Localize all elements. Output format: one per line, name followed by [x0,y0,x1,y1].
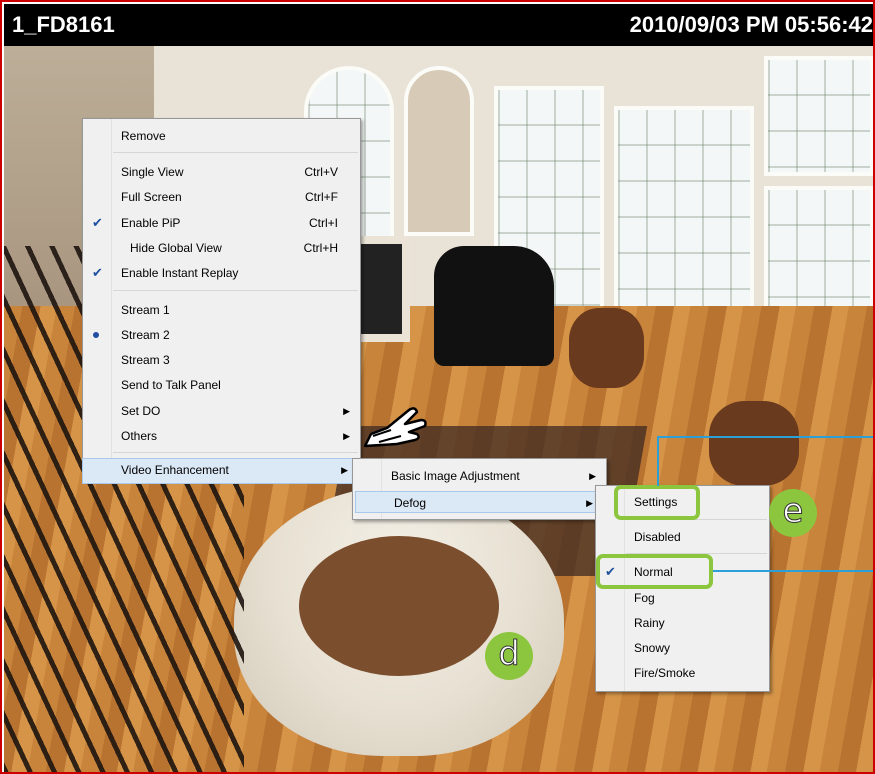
submenu-arrow-icon: ▶ [586,498,593,508]
menu-separator [113,152,358,153]
menu-item-full-screen[interactable]: Full Screen Ctrl+F [83,186,360,208]
callout-line [657,436,873,438]
menu-item-fire-smoke[interactable]: Fire/Smoke [596,662,769,684]
checkmark-icon: ✔ [92,215,103,230]
checkmark-icon: ✔ [92,265,103,280]
armchair [709,401,799,486]
menu-item-set-do[interactable]: Set DO ▶ [83,400,360,422]
camera-name: 1_FD8161 [12,12,115,37]
menu-item-stream-1[interactable]: Stream 1 [83,299,360,321]
hand-pointer-icon [363,407,427,448]
menu-item-single-view[interactable]: Single View Ctrl+V [83,161,360,183]
menu-item-defog[interactable]: Defog ▶ [355,491,604,513]
menu-item-snowy[interactable]: Snowy [596,637,769,659]
menu-separator [113,290,358,291]
callout-box-normal [596,554,713,589]
menu-item-enable-instant-replay[interactable]: ✔ Enable Instant Replay [83,262,360,284]
menu-item-others[interactable]: Others ▶ [83,425,360,447]
submenu-arrow-icon: ▶ [589,471,596,481]
callout-badge-e: e [769,489,817,537]
sofa-center [299,536,499,676]
menu-item-stream-2[interactable]: Stream 2 [83,324,360,346]
menu-item-enable-pip[interactable]: ✔ Enable PiP Ctrl+I [83,212,360,234]
window [764,56,873,176]
menu-item-remove[interactable]: Remove [83,125,360,147]
callout-line [713,570,873,572]
context-menu: Remove Single View Ctrl+V Full Screen Ctrl… [82,118,361,460]
submenu-arrow-icon: ▶ [341,465,348,475]
menu-item-disabled[interactable]: Disabled [596,526,769,548]
menu-item-send-to-talk-panel[interactable]: Send to Talk Panel [83,374,360,396]
radio-dot-icon [93,332,99,338]
callout-badge-d: d [485,632,533,680]
camera-timestamp: 2010/09/03 PM 05:56:42 [629,12,873,37]
video-enhancement-submenu: Basic Image Adjustment ▶ Defog ▶ [352,458,607,520]
menu-item-hide-global-view[interactable]: Hide Global View Ctrl+H [83,237,360,259]
menu-item-rainy[interactable]: Rainy [596,612,769,634]
submenu-arrow-icon: ▶ [343,431,350,441]
camera-title-bar: 1_FD8161 2010/09/03 PM 05:56:42 [4,4,873,46]
submenu-arrow-icon: ▶ [343,406,350,416]
menu-item-fog[interactable]: Fog [596,587,769,609]
piano [434,246,554,366]
camera-view-frame[interactable]: 1_FD8161 2010/09/03 PM 05:56:42 Remove S… [0,0,875,774]
callout-box-settings [614,485,700,520]
callout-line [657,436,659,486]
menu-separator [113,452,358,453]
menu-item-basic-image-adjustment[interactable]: Basic Image Adjustment ▶ [353,465,606,487]
arched-shelf [404,66,474,236]
menu-item-video-enhancement[interactable]: Video Enhancement ▶ [82,458,359,484]
armchair [569,308,644,388]
menu-item-stream-3[interactable]: Stream 3 [83,349,360,371]
